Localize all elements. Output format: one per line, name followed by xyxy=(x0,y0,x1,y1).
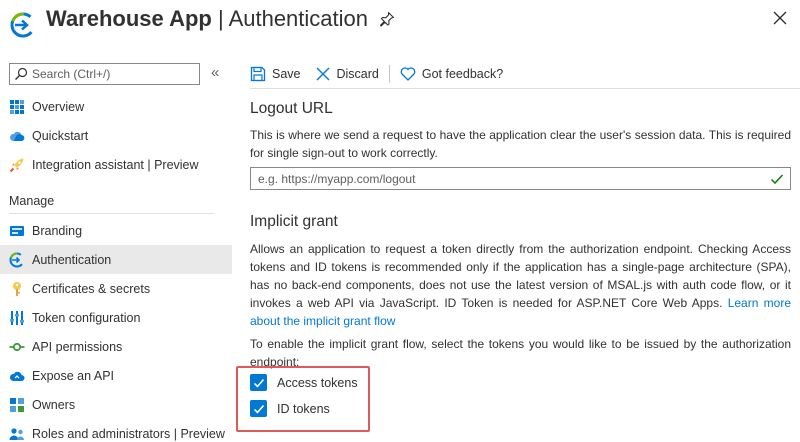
app-name: Warehouse App xyxy=(46,6,212,31)
logout-url-description: This is where we send a request to have … xyxy=(250,128,791,160)
checkmark-icon xyxy=(253,378,264,388)
sidebar-item-label: Quickstart xyxy=(32,128,89,143)
page-name: Authentication xyxy=(228,6,368,31)
discard-button[interactable]: Discard xyxy=(315,66,379,82)
access-tokens-checkbox[interactable] xyxy=(250,374,267,391)
title-separator: | xyxy=(211,6,229,31)
branding-icon xyxy=(9,223,25,239)
sidebar-item-label: Owners xyxy=(32,397,76,412)
pin-icon[interactable] xyxy=(379,11,395,27)
cloud-expose-icon xyxy=(9,368,25,384)
sidebar-item-label: API permissions xyxy=(32,339,123,354)
section-label-manage: Manage xyxy=(9,194,55,208)
sidebar-item-owners[interactable]: Owners xyxy=(0,390,232,419)
sidebar-item-token-configuration[interactable]: Token configuration xyxy=(0,303,232,332)
save-button[interactable]: Save xyxy=(250,66,301,82)
sidebar-item-roles-administrators[interactable]: Roles and administrators | Preview xyxy=(0,419,232,442)
access-tokens-checkbox-row[interactable]: Access tokens xyxy=(250,374,358,391)
implicit-grant-heading: Implicit grant xyxy=(250,213,338,230)
sidebar-item-label: Branding xyxy=(32,223,83,238)
logout-url-heading: Logout URL xyxy=(250,100,333,117)
id-tokens-checkbox[interactable] xyxy=(250,400,267,417)
sidebar-item-label: Roles and administrators | Preview xyxy=(32,426,225,441)
search-input[interactable] xyxy=(32,67,192,81)
heart-icon xyxy=(400,67,416,81)
save-icon xyxy=(250,66,266,82)
blade-header: Warehouse App | Authentication xyxy=(0,0,800,44)
access-tokens-label: Access tokens xyxy=(277,375,358,390)
api-permissions-icon xyxy=(9,339,25,355)
rocket-icon xyxy=(9,157,25,173)
key-icon xyxy=(9,281,25,297)
sidebar-item-certificates-secrets[interactable]: Certificates & secrets xyxy=(0,274,232,303)
owners-icon xyxy=(9,397,25,413)
toolbar-separator xyxy=(388,65,390,83)
sidebar-item-label: Integration assistant | Preview xyxy=(32,157,199,172)
sidebar-item-branding[interactable]: Branding xyxy=(0,216,232,245)
page-title: Warehouse App | Authentication xyxy=(46,6,368,32)
feedback-button[interactable]: Got feedback? xyxy=(400,66,503,82)
feedback-label: Got feedback? xyxy=(421,67,504,81)
sidebar: « Overview Quickstart xyxy=(0,58,232,442)
sidebar-item-authentication[interactable]: Authentication xyxy=(0,245,232,274)
sidebar-item-label: Overview xyxy=(32,99,85,114)
sidebar-item-quickstart[interactable]: Quickstart xyxy=(0,121,232,150)
grid-icon xyxy=(9,99,25,115)
id-tokens-label: ID tokens xyxy=(277,401,330,416)
implicit-grant-text: Allows an application to request a token… xyxy=(250,242,791,310)
implicit-grant-description: Allows an application to request a token… xyxy=(250,240,791,330)
sidebar-item-label: Expose an API xyxy=(32,368,115,383)
close-icon[interactable] xyxy=(772,10,788,26)
sidebar-item-expose-an-api[interactable]: Expose an API xyxy=(0,361,232,390)
save-label: Save xyxy=(272,67,301,81)
search-icon xyxy=(15,67,28,80)
sidebar-item-label: Token configuration xyxy=(32,310,141,325)
id-tokens-checkbox-row[interactable]: ID tokens xyxy=(250,400,330,417)
valid-check-icon xyxy=(770,173,784,184)
cloud-icon xyxy=(9,128,25,144)
sidebar-item-label: Authentication xyxy=(32,252,112,267)
logout-url-input[interactable] xyxy=(251,168,770,189)
app-registration-logo-icon xyxy=(10,12,36,38)
logout-url-field[interactable] xyxy=(250,167,791,190)
sidebar-item-label: Certificates & secrets xyxy=(32,281,151,296)
checkmark-icon xyxy=(253,404,264,414)
authentication-icon xyxy=(9,252,25,268)
discard-label: Discard xyxy=(336,67,379,81)
sidebar-item-integration-assistant[interactable]: Integration assistant | Preview xyxy=(0,150,232,179)
discard-icon xyxy=(316,67,329,81)
sidebar-search[interactable] xyxy=(9,63,200,85)
sidebar-item-api-permissions[interactable]: API permissions xyxy=(0,332,232,361)
sidebar-item-overview[interactable]: Overview xyxy=(0,92,232,121)
collapse-sidebar-button[interactable]: « xyxy=(211,64,219,81)
section-divider xyxy=(9,213,214,214)
command-bar: Save Discard Got feedback? xyxy=(250,60,503,88)
command-bar-divider xyxy=(250,88,800,89)
roles-icon xyxy=(9,426,25,442)
token-config-icon xyxy=(9,310,25,326)
